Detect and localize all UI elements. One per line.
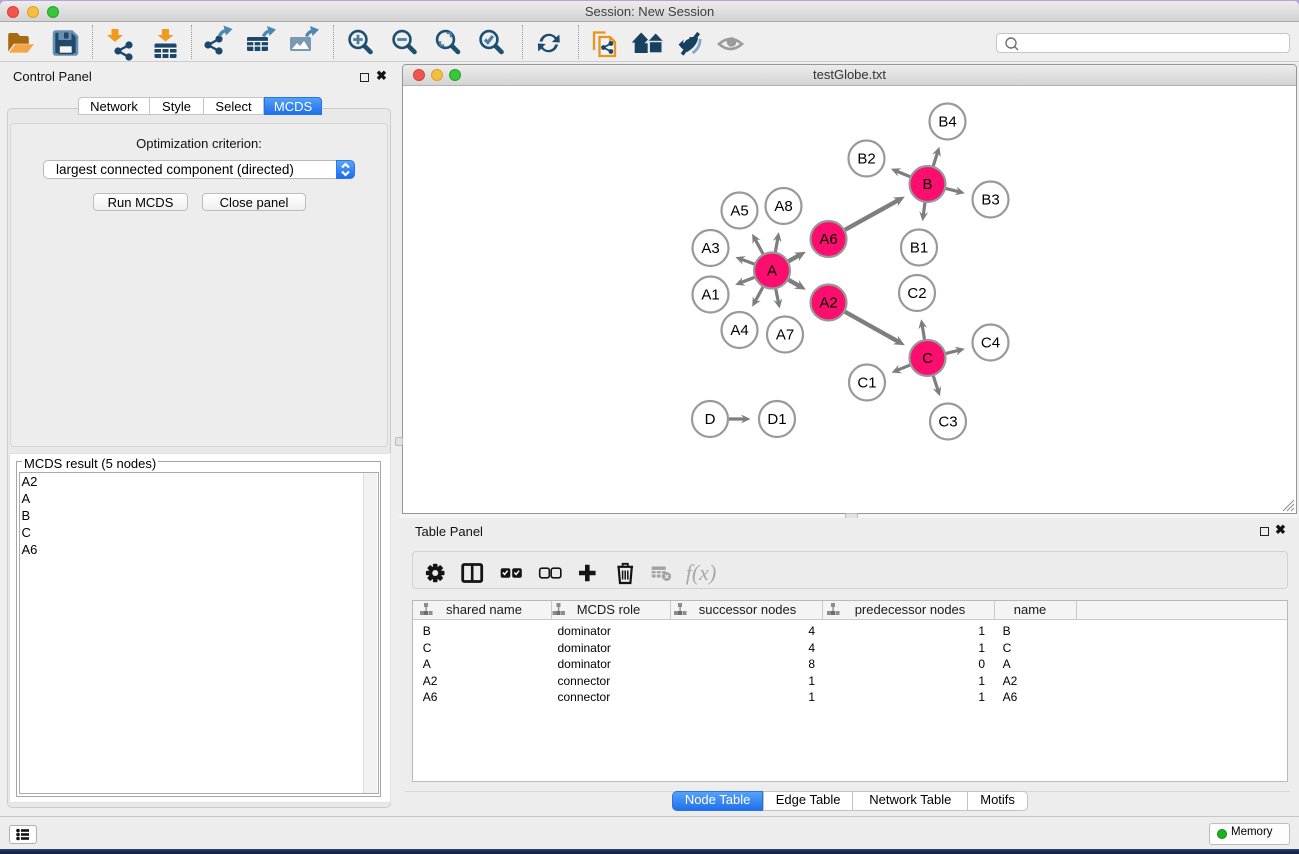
svg-text:C2: C2 <box>907 285 926 302</box>
svg-text:C1: C1 <box>857 374 876 391</box>
svg-text:A5: A5 <box>730 202 748 219</box>
svg-text:D: D <box>705 411 716 428</box>
svg-text:A1: A1 <box>701 286 719 303</box>
svg-text:A7: A7 <box>776 326 794 343</box>
svg-text:C4: C4 <box>981 334 1000 351</box>
svg-text:A: A <box>767 262 777 279</box>
svg-text:A2: A2 <box>819 294 837 311</box>
svg-text:A6: A6 <box>819 231 837 248</box>
svg-text:B3: B3 <box>981 191 999 208</box>
svg-text:B: B <box>922 176 932 193</box>
svg-text:B4: B4 <box>938 113 956 130</box>
svg-text:A4: A4 <box>730 322 748 339</box>
svg-text:C: C <box>922 350 933 367</box>
svg-text:B2: B2 <box>857 150 875 167</box>
svg-text:A8: A8 <box>774 198 792 215</box>
svg-text:B1: B1 <box>910 239 928 256</box>
svg-text:A3: A3 <box>701 240 719 257</box>
svg-text:D1: D1 <box>767 411 786 428</box>
svg-text:C3: C3 <box>938 413 957 430</box>
